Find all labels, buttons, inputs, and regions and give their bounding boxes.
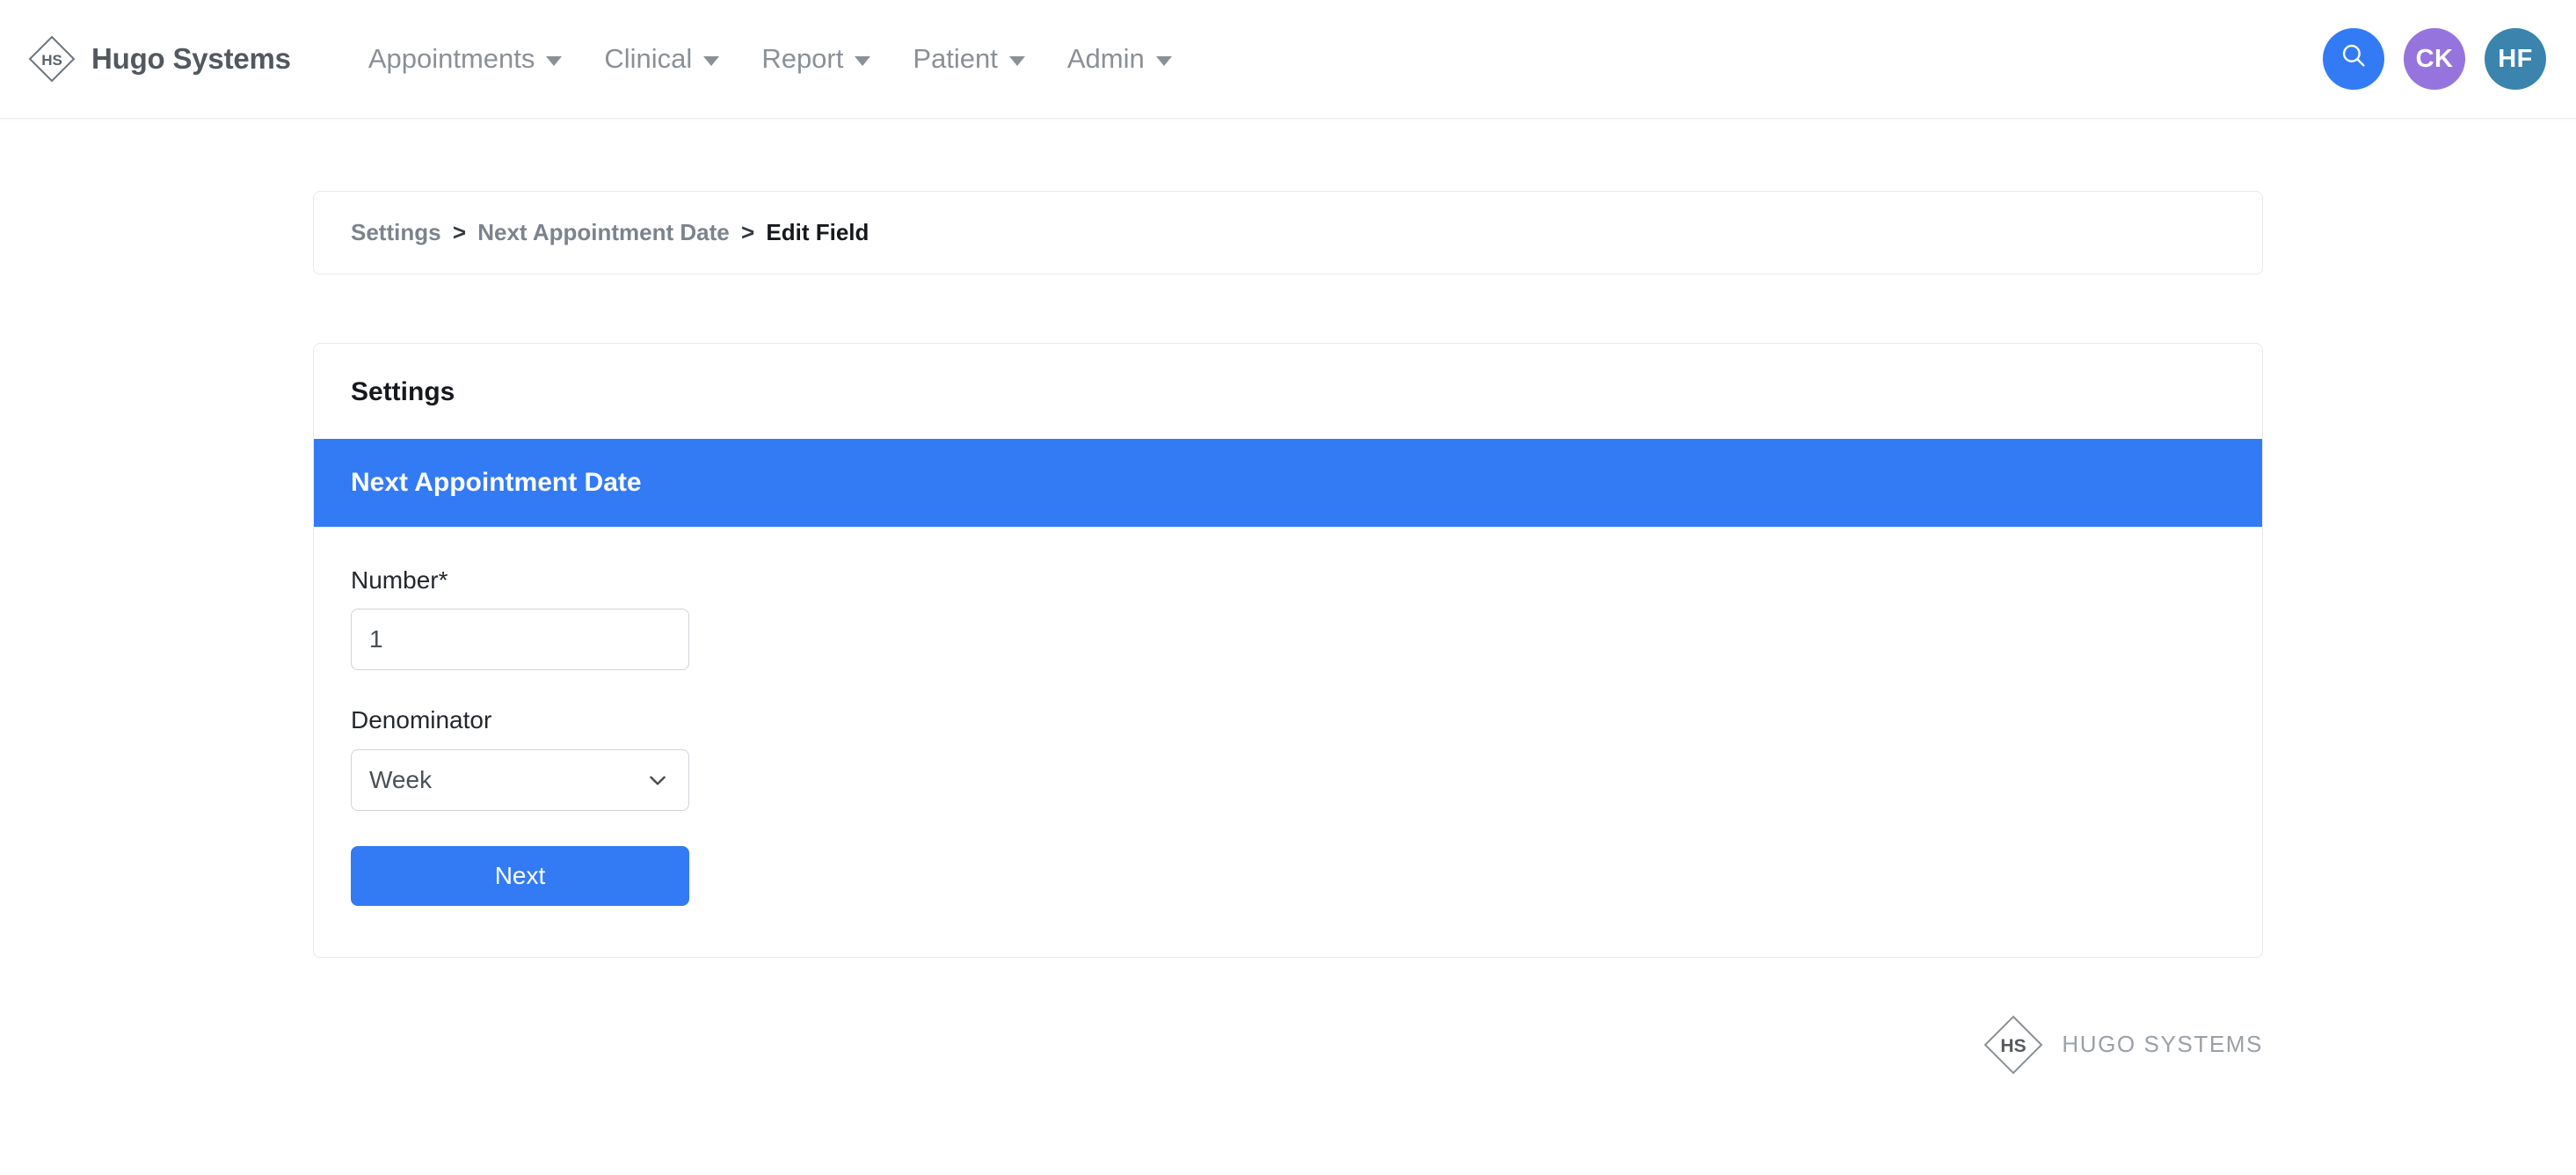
avatar-ck[interactable]: CK <box>2404 28 2465 90</box>
chevron-down-icon <box>546 56 562 66</box>
page-content: Settings > Next Appointment Date > Edit … <box>0 119 2576 1077</box>
denominator-field-label: Denominator <box>351 705 2225 735</box>
chevron-down-icon <box>1009 56 1025 66</box>
footer-logo-text: HUGO SYSTEMS <box>2062 1031 2263 1058</box>
number-field-label: Number* <box>351 566 2225 595</box>
denominator-selected-value: Week <box>369 766 671 794</box>
brand-name: Hugo Systems <box>91 42 291 76</box>
diamond-logo-icon: HS <box>26 33 77 84</box>
nav-item-admin[interactable]: Admin <box>1046 34 1193 84</box>
breadcrumb-item-next-appointment-date[interactable]: Next Appointment Date <box>477 219 730 245</box>
nav-item-appointments[interactable]: Appointments <box>347 34 584 84</box>
settings-card: Settings Next Appointment Date Number* D… <box>313 343 2263 958</box>
footer-logo: HS HUGO SYSTEMS <box>1981 1012 2263 1077</box>
page-title: Settings <box>314 344 2262 439</box>
nav-item-clinical[interactable]: Clinical <box>583 34 740 84</box>
denominator-select[interactable]: Week <box>351 749 689 811</box>
breadcrumb-separator: > <box>453 219 466 245</box>
footer: HS HUGO SYSTEMS <box>313 958 2263 1077</box>
avatar-initials: CK <box>2416 45 2454 74</box>
chevron-down-icon <box>646 769 669 792</box>
breadcrumb: Settings > Next Appointment Date > Edit … <box>313 191 2263 274</box>
nav-item-label: Appointments <box>368 43 535 75</box>
top-navbar: HS Hugo Systems Appointments Clinical Re… <box>0 0 2576 119</box>
nav-menu: Appointments Clinical Report Patient Adm… <box>347 34 1193 84</box>
card-banner-title: Next Appointment Date <box>314 439 2262 527</box>
breadcrumb-item-settings[interactable]: Settings <box>351 219 441 245</box>
search-icon <box>2339 40 2369 77</box>
navbar-actions: CK HF <box>2323 28 2546 90</box>
avatar-initials: HF <box>2498 45 2532 74</box>
diamond-logo-icon: HS <box>1981 1012 2046 1077</box>
breadcrumb-separator: > <box>741 219 754 245</box>
content-container: Settings > Next Appointment Date > Edit … <box>313 119 2263 958</box>
nav-item-label: Patient <box>913 43 998 75</box>
number-input[interactable] <box>369 625 671 653</box>
nav-item-patient[interactable]: Patient <box>891 34 1046 84</box>
nav-item-report[interactable]: Report <box>740 34 891 84</box>
search-button[interactable] <box>2323 28 2384 90</box>
chevron-down-icon <box>703 56 719 66</box>
nav-item-label: Admin <box>1067 43 1145 75</box>
brand-logo[interactable]: HS Hugo Systems <box>26 33 291 84</box>
breadcrumb-item-edit-field: Edit Field <box>766 219 869 245</box>
chevron-down-icon <box>855 56 870 66</box>
settings-form: Number* Denominator Week Next <box>314 527 2262 957</box>
nav-item-label: Clinical <box>604 43 692 75</box>
svg-text:HS: HS <box>2001 1036 2027 1056</box>
chevron-down-icon <box>1156 56 1172 66</box>
svg-text:HS: HS <box>41 52 62 69</box>
next-button[interactable]: Next <box>351 846 689 906</box>
nav-item-label: Report <box>761 43 843 75</box>
avatar-hf[interactable]: HF <box>2485 28 2546 90</box>
number-input-wrapper[interactable] <box>351 609 689 670</box>
